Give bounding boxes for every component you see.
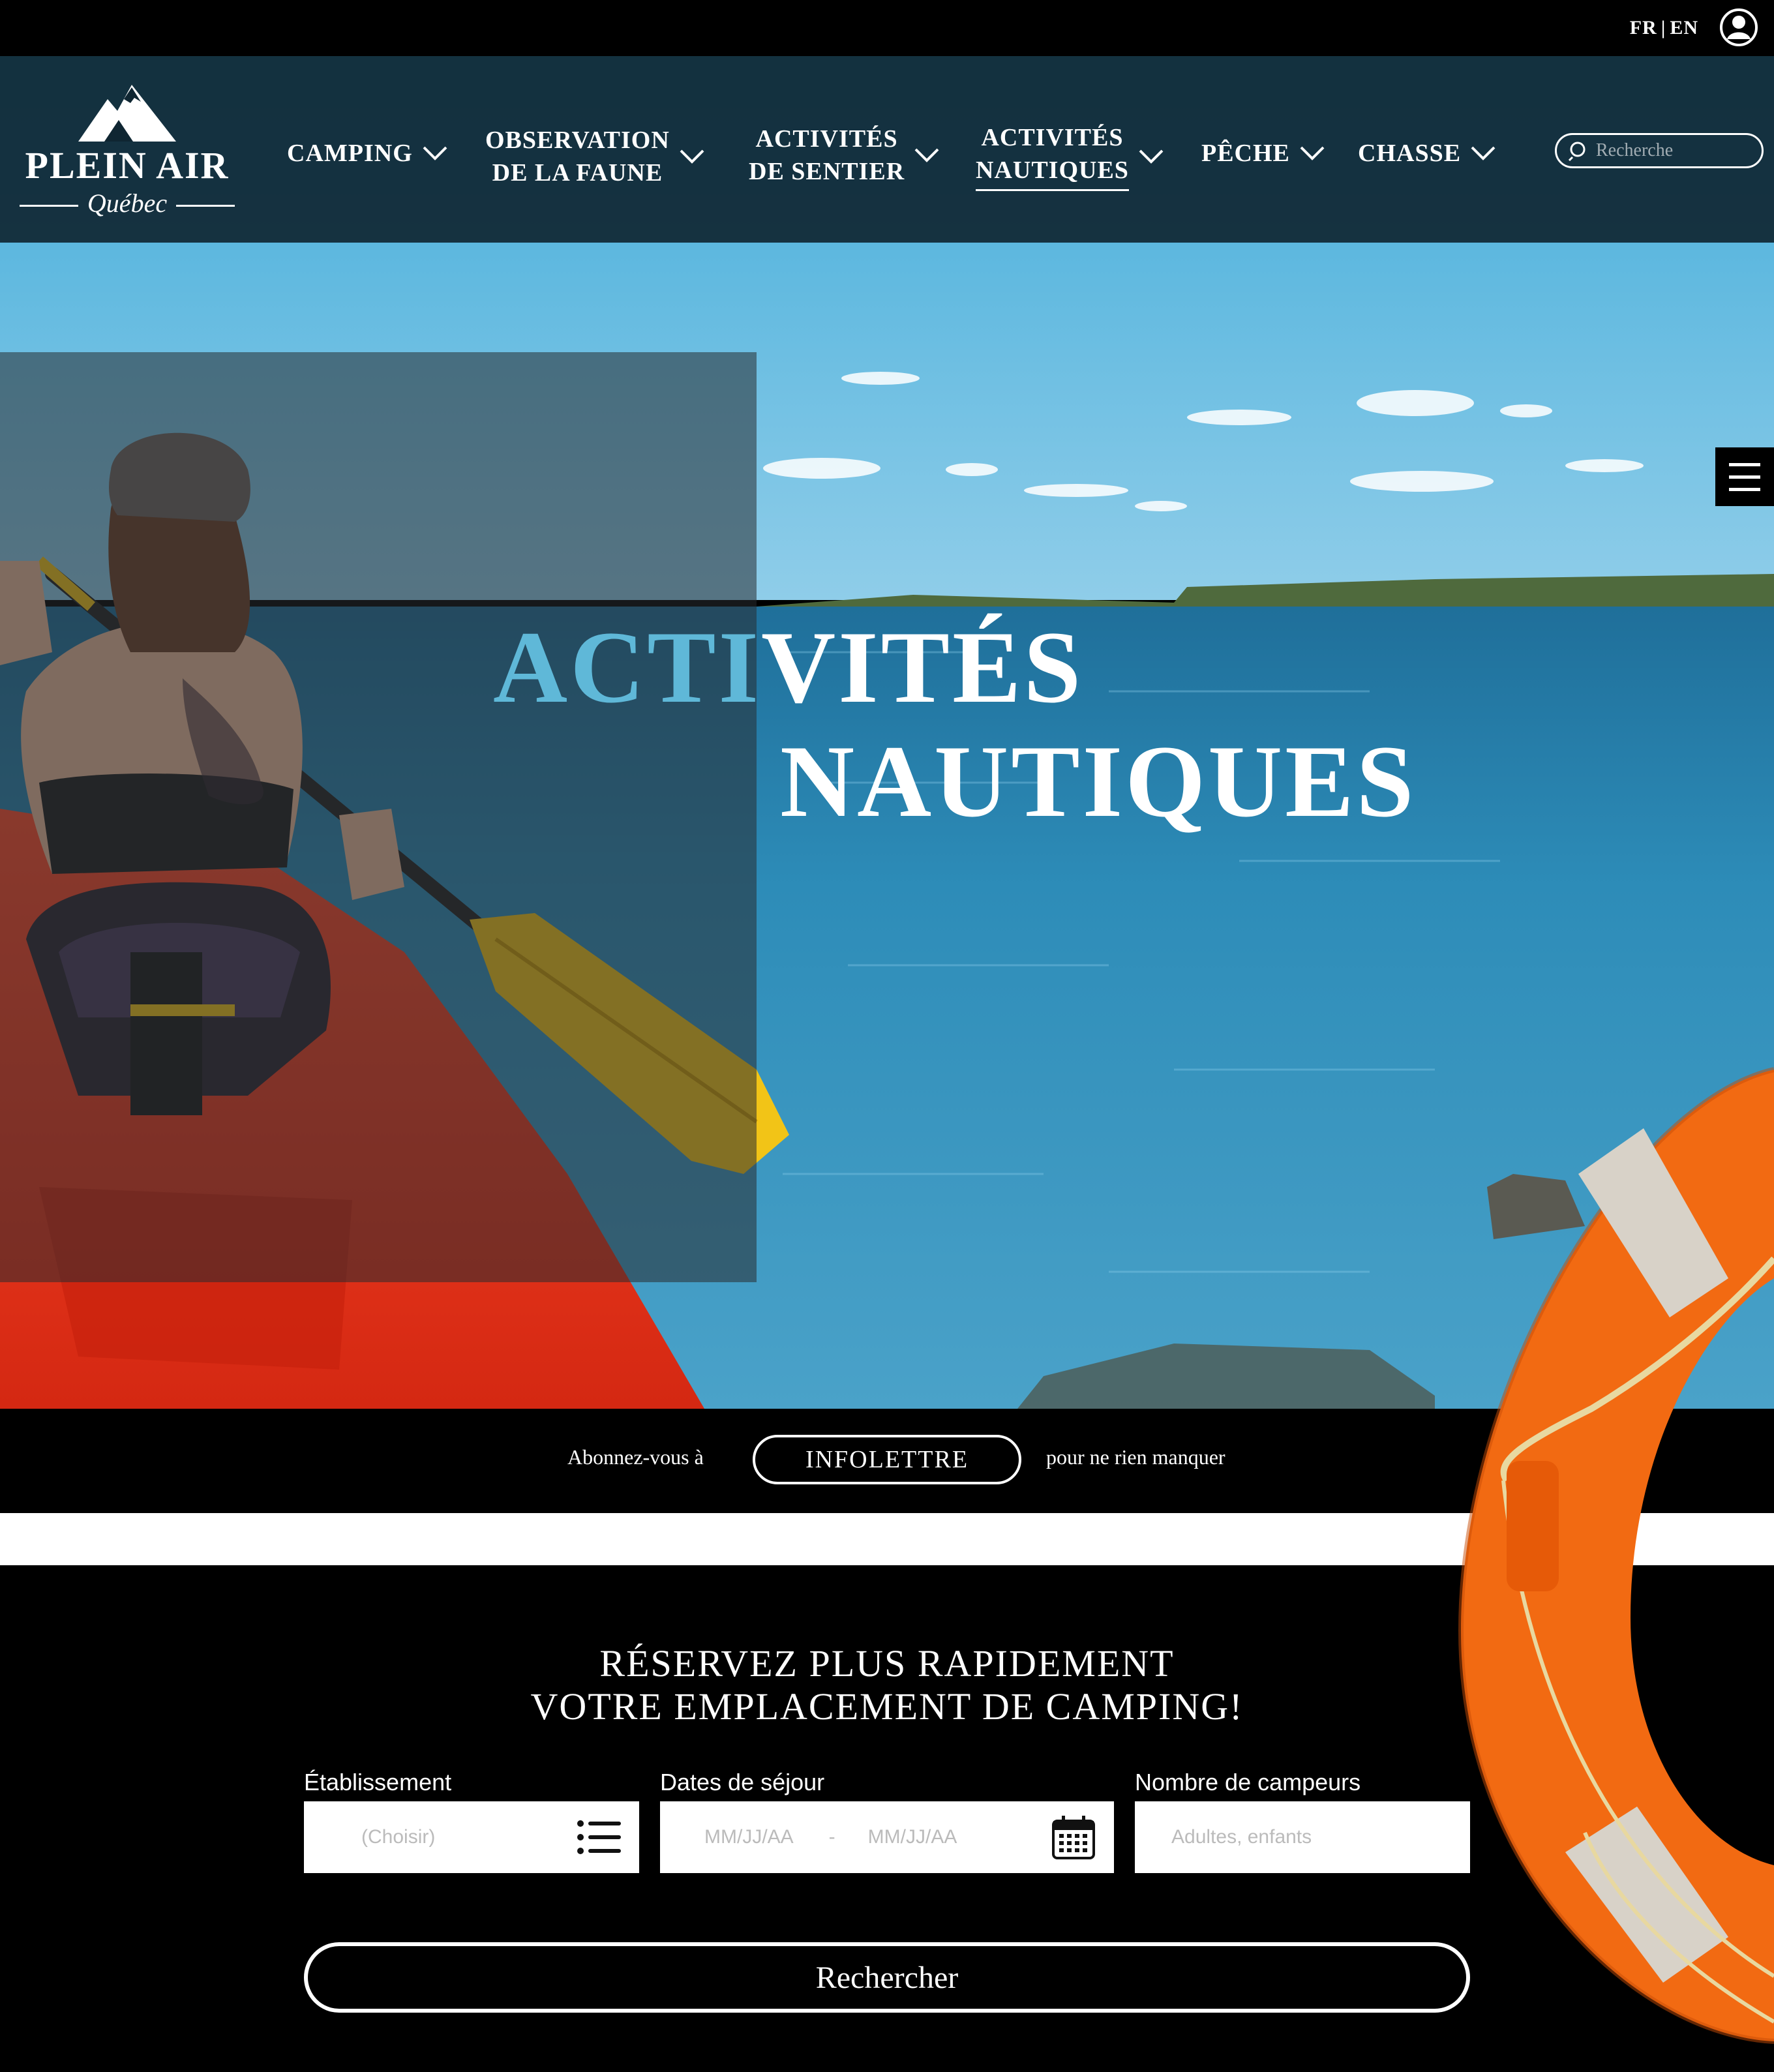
date-separator: - [828,1826,835,1848]
nav-observation-faune[interactable]: OBSERVATION DE LA FAUNE [485,124,705,189]
nav-label: OBSERVATION DE LA FAUNE [485,127,670,187]
dates-label: Dates de séjour [660,1769,825,1795]
newsletter-post-text: pour ne rien manquer [1046,1445,1225,1469]
chevron-down-icon [1139,149,1164,164]
hero-title-line-2: NAUTIQUES [780,725,1417,839]
newsletter-bar: Abonnez-vous à INFOLETTRE pour ne rien m… [0,1409,1774,1513]
nav-label: CHASSE [1358,140,1462,167]
nav-activites-nautiques[interactable]: ACTIVITÉS NAUTIQUES [976,121,1164,191]
date-start-placeholder: MM/JJ/AA [704,1826,794,1848]
search-button[interactable]: Rechercher [304,1942,1470,2013]
nav-peche[interactable]: PÊCHE [1201,137,1325,170]
nav-label: PÊCHE [1201,140,1290,167]
lang-en-link[interactable]: EN [1670,17,1698,39]
hero-title-part-a: ACTI [493,610,762,725]
list-icon [577,1820,621,1854]
search-icon[interactable] [1569,140,1589,161]
nav-label: ACTIVITÉS NAUTIQUES [976,121,1129,191]
top-utility-bar: FR | EN [0,0,1774,56]
lang-separator: | [1661,17,1666,38]
campers-placeholder: Adultes, enfants [1171,1826,1312,1848]
user-account-icon[interactable] [1719,8,1758,47]
search-box [1555,133,1764,168]
chevron-down-icon [1300,146,1325,160]
hamburger-menu-icon[interactable] [1715,447,1774,506]
campers-field[interactable]: Adultes, enfants [1135,1801,1470,1873]
logo-subtitle: Québec [87,188,168,218]
nav-activites-sentier[interactable]: ACTIVITÉS DE SENTIER [749,123,940,188]
logo-title: PLEIN AIR [25,144,230,187]
booking-title: RÉSERVEZ PLUS RAPIDEMENT VOTRE EMPLACEME… [530,1642,1244,1728]
date-end-placeholder: MM/JJ/AA [867,1826,957,1848]
section-divider [0,1513,1774,1565]
search-input[interactable] [1596,140,1752,161]
nav-chasse[interactable]: CHASSE [1358,137,1496,170]
establishment-label: Établissement [304,1769,452,1795]
hero-title-part-b: VITÉS [761,610,1084,725]
nav-label: CAMPING [287,140,413,167]
hero-overlay-panel [0,352,757,1282]
site-logo[interactable]: PLEIN AIR Québec [20,80,235,223]
logo-divider-right [176,205,235,207]
nav-label: ACTIVITÉS DE SENTIER [749,125,905,185]
establishment-select[interactable]: (Choisir) [304,1801,639,1873]
nav-camping[interactable]: CAMPING [287,137,448,170]
chevron-down-icon [1471,146,1496,160]
campers-label: Nombre de campeurs [1135,1769,1361,1795]
booking-section: RÉSERVEZ PLUS RAPIDEMENT VOTRE EMPLACEME… [0,1565,1774,2072]
menu-bar [1729,462,1760,466]
newsletter-button[interactable]: INFOLETTRE [753,1435,1021,1484]
chevron-down-icon [680,149,704,164]
chevron-down-icon [423,146,447,160]
newsletter-pre-text: Abonnez-vous à [567,1445,704,1469]
menu-bar [1729,487,1760,491]
language-switcher: FR | EN [1630,17,1698,39]
chevron-down-icon [914,148,939,162]
menu-bar [1729,475,1760,479]
mountain-logo-icon [78,85,176,142]
calendar-icon[interactable] [1051,1814,1096,1860]
dates-field[interactable]: MM/JJ/AA - MM/JJ/AA [660,1801,1114,1873]
establishment-placeholder: (Choisir) [361,1826,436,1848]
main-header: PLEIN AIR Québec CAMPING OBSERVATION DE … [0,56,1774,243]
lang-fr-link[interactable]: FR [1630,17,1657,39]
hero-title-line-1: ACTIVITÉS [493,616,1083,719]
